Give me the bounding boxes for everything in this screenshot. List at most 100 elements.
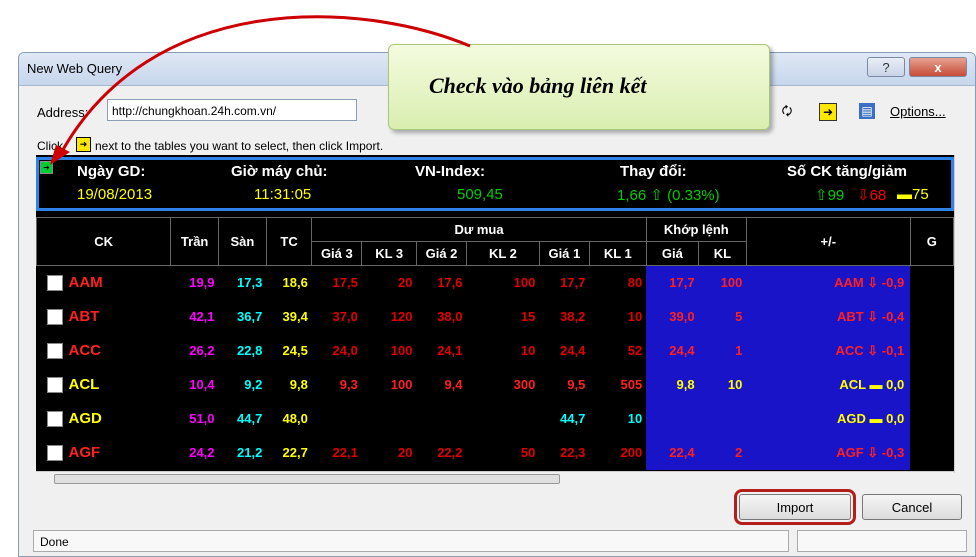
col-plusminus: +/- [745, 217, 911, 266]
table-cell: 9,8 [646, 367, 699, 402]
cell-ck: ACC [37, 334, 171, 368]
col-ck: CK [36, 217, 172, 266]
row-checkbox[interactable] [46, 342, 63, 359]
table-cell: 505 [620, 377, 643, 392]
table-cell: 10,4 [189, 377, 215, 392]
table-cell: 9,8 [289, 377, 308, 392]
col-gia1: Giá 1 [538, 241, 590, 266]
table-cell: 26,2 [189, 343, 215, 358]
web-page-viewport[interactable]: ➜ Ngày GD: Giờ máy chủ: VN-Index: Thay đ… [36, 155, 954, 473]
table-cell: 1 [698, 333, 747, 368]
table-row: AGD 51,0 44,7 48,0 44,7 10 AGD ▬ 0,0 [37, 401, 954, 436]
row-checkbox[interactable] [46, 410, 63, 427]
horizontal-scrollbar[interactable] [36, 471, 954, 486]
table-cell: 17,6 [437, 275, 463, 291]
select-table-icon: ➜ [76, 137, 91, 152]
table-cell: 100 [390, 343, 413, 358]
table-cell: 9,3 [339, 377, 358, 392]
table-cell: 5 [698, 299, 747, 334]
table-cell: 17,5 [332, 275, 358, 291]
instruction-text: next to the tables you want to select, t… [95, 139, 384, 153]
vertical-scrollbar[interactable] [954, 155, 968, 473]
row-checkbox[interactable] [46, 444, 63, 461]
dung-value: 75 [912, 186, 929, 203]
cell-ck: AAM [37, 266, 171, 300]
table-cell: 20 [398, 275, 413, 291]
table-cell: ACC ⇩ -0,1 [746, 333, 911, 368]
table-cell-extra [910, 334, 953, 368]
col-gia2: Giá 2 [415, 241, 468, 266]
row-checkbox[interactable] [46, 274, 63, 291]
tang-value: 99 [827, 187, 845, 204]
table-cell-extra [910, 368, 953, 402]
table-cell: 39,4 [282, 309, 308, 324]
table-cell: 9,2 [244, 377, 263, 392]
status-bar: Done [33, 530, 789, 552]
instruction-click: Click [37, 139, 63, 153]
giam-count: ⇩68 [857, 187, 887, 204]
table-cell: AGD ▬ 0,0 [746, 401, 911, 436]
horizontal-scroll-thumb[interactable] [54, 474, 560, 484]
close-button[interactable]: x [909, 57, 967, 77]
table-cell: 22,8 [237, 343, 263, 358]
table-cell: 17,7 [560, 275, 586, 291]
col-dumua: Dư mua [311, 217, 647, 242]
market-info-block: ➜ Ngày GD: Giờ máy chủ: VN-Index: Thay đ… [36, 157, 954, 211]
table-cell: AGF ⇩ -0,3 [746, 435, 911, 470]
table-cell: 24,4 [646, 333, 699, 368]
hide-icons-icon[interactable]: ➜ [819, 103, 837, 121]
table-cell: 24,0 [332, 343, 358, 358]
gio-value: 11:31:05 [254, 186, 312, 203]
col-gia3: Giá 3 [311, 241, 363, 266]
stock-table-body: AAM 19,9 17,3 18,6 17,5 20 17,6 100 17,7 80 17,7 10… [37, 265, 954, 470]
table-cell: 22,4 [646, 435, 699, 470]
giam-value: 68 [869, 187, 887, 204]
table-cell [467, 402, 540, 436]
stock-symbol: AGF [68, 444, 101, 462]
cancel-button[interactable]: Cancel [862, 494, 962, 520]
table-cell: 36,7 [237, 309, 263, 324]
table-cell [646, 401, 699, 436]
table-cell [312, 402, 362, 436]
table-cell: 22,1 [332, 445, 358, 460]
table-cell-extra [910, 266, 953, 300]
import-button[interactable]: Import [734, 489, 856, 525]
stock-symbol: ABT [68, 308, 100, 326]
table-cell: 300 [513, 377, 536, 392]
table-cell-extra [910, 300, 953, 334]
thaydoi-value: 1,66 ⇧ (0.33%) [617, 187, 720, 204]
col-tc: TC [265, 217, 313, 266]
cell-ck: ACL [37, 368, 171, 402]
stock-symbol: AGD [68, 410, 102, 428]
cell-ck: AGF [37, 436, 171, 470]
gio-label: Giờ máy chủ: [231, 163, 328, 180]
options-button[interactable]: Options... [890, 104, 946, 119]
table-cell: 24,1 [437, 343, 463, 358]
help-button[interactable]: ? [867, 57, 905, 77]
address-field[interactable]: http://chungkhoan.24h.com.vn/ [107, 99, 357, 121]
table-cell-extra [910, 436, 953, 470]
row-checkbox[interactable] [46, 376, 63, 393]
table-cell: 50 [520, 445, 536, 460]
status-bar-right [797, 530, 967, 552]
table-row: ACC 26,2 22,8 24,5 24,0 100 24,1 10 24,4 52 24,4 1 A… [37, 333, 954, 368]
refresh-icon[interactable]: 🗘 [779, 103, 795, 119]
table-cell: 100 [390, 377, 413, 392]
table-cell: 22,2 [437, 445, 463, 460]
stock-symbol: AAM [68, 274, 103, 292]
save-query-icon[interactable]: ▤ [859, 103, 875, 119]
table-cell: 37,0 [332, 309, 358, 324]
callout-text: Check vào bảng liên kết [429, 73, 647, 98]
table-cell: 38,2 [560, 309, 586, 324]
table-cell: 10 [698, 367, 747, 402]
table-cell: 24,5 [282, 343, 308, 358]
select-table-arrow-icon[interactable]: ➜ [40, 161, 53, 174]
table-cell: 51,0 [189, 411, 215, 426]
table-cell: AAM ⇩ -0,9 [746, 265, 911, 300]
address-label: Address: [37, 105, 89, 120]
vnindex-label: VN-Index: [415, 163, 486, 180]
ngay-label: Ngày GD: [77, 163, 146, 180]
table-cell: 42,1 [189, 309, 215, 324]
tang-count: ⇧99 [815, 187, 845, 204]
row-checkbox[interactable] [46, 308, 63, 325]
